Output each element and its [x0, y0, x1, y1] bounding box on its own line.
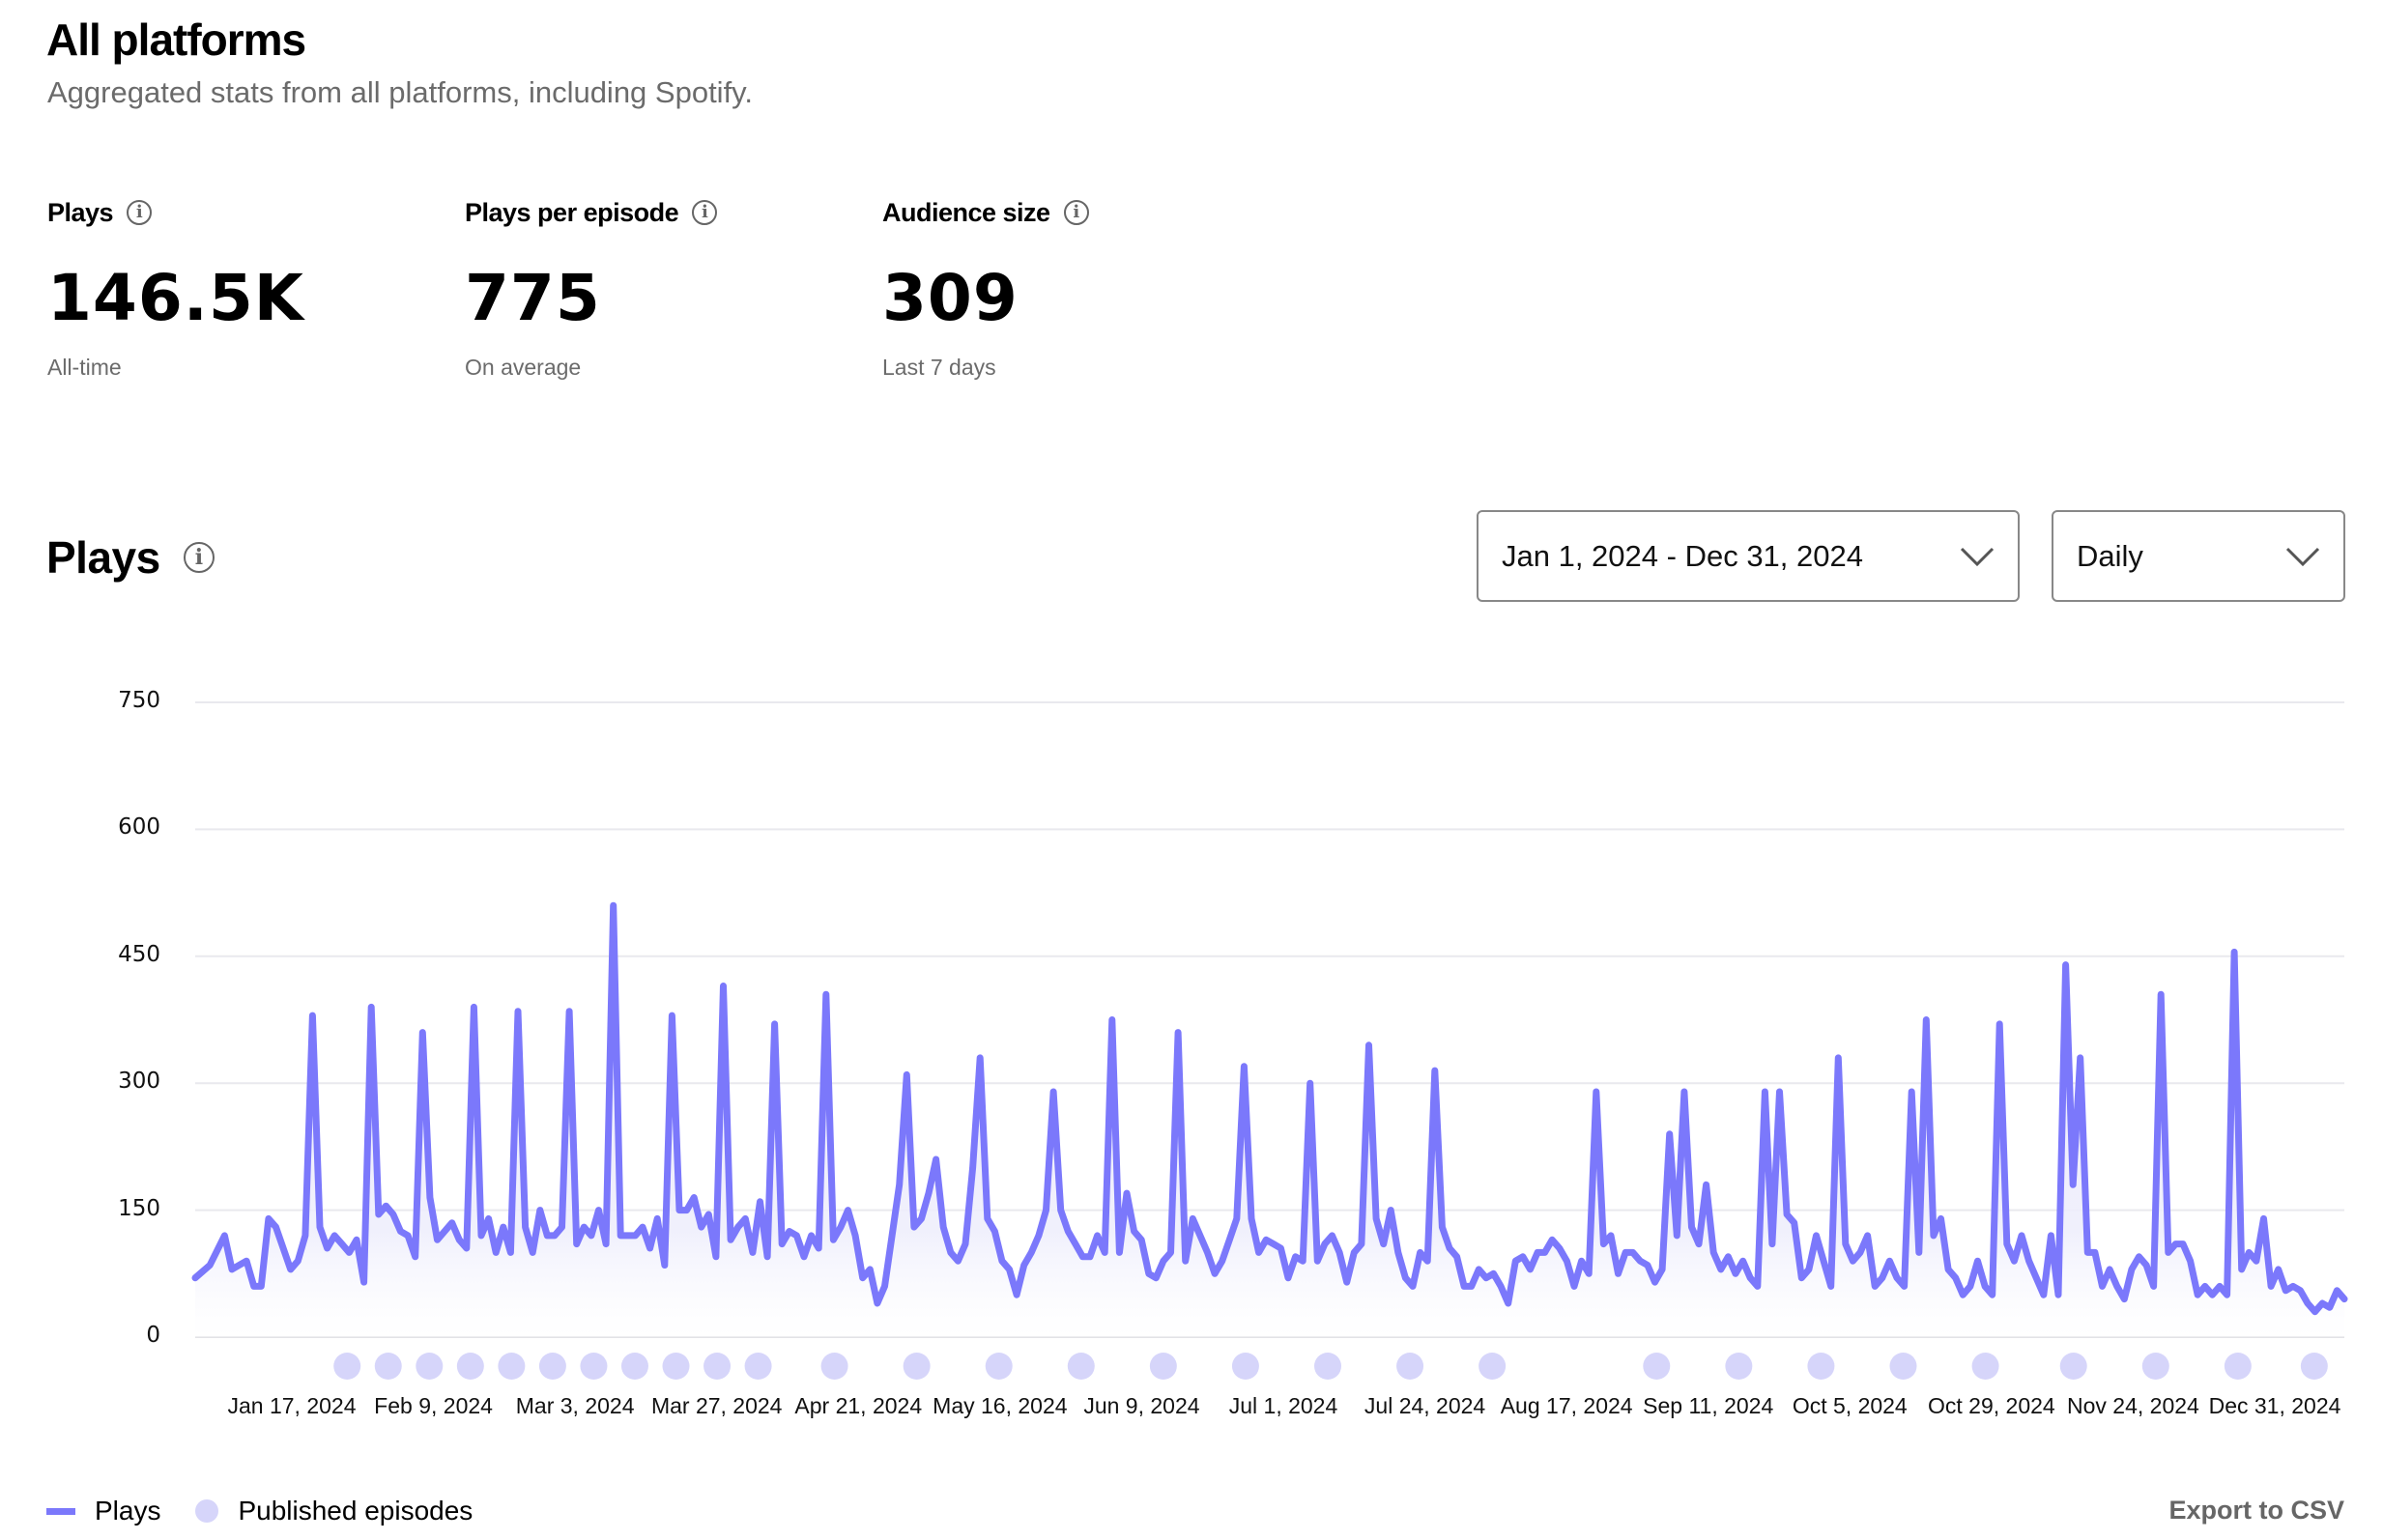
legend-plays-label: Plays: [95, 1496, 161, 1526]
episode-dot[interactable]: [703, 1353, 732, 1380]
legend-episodes-label: Published episodes: [238, 1496, 474, 1526]
episode-dot[interactable]: [498, 1353, 526, 1380]
episode-dot[interactable]: [1231, 1353, 1259, 1380]
x-tick-label: Sep 11, 2024: [1643, 1393, 1774, 1418]
episode-dot[interactable]: [744, 1353, 772, 1380]
y-tick-label: 150: [118, 1195, 160, 1221]
x-tick-label: Jan 17, 2024: [227, 1393, 357, 1418]
episode-dot[interactable]: [1479, 1353, 1507, 1380]
episode-dot[interactable]: [2141, 1353, 2169, 1380]
episode-dot[interactable]: [580, 1353, 608, 1380]
export-csv-link[interactable]: Export to CSV: [2168, 1496, 2344, 1526]
episode-dot[interactable]: [1971, 1353, 1999, 1380]
x-tick-label: Jul 24, 2024: [1364, 1393, 1486, 1418]
episode-dot[interactable]: [820, 1353, 848, 1380]
episode-dot[interactable]: [1314, 1353, 1341, 1380]
x-tick-label: Feb 9, 2024: [374, 1393, 493, 1418]
x-tick-label: Aug 17, 2024: [1500, 1393, 1633, 1418]
episode-dot[interactable]: [1149, 1353, 1177, 1380]
episode-dot[interactable]: [2224, 1353, 2252, 1380]
y-tick-label: 750: [118, 688, 160, 713]
legend-episode-swatch: [195, 1499, 219, 1523]
x-tick-label: Dec 31, 2024: [2208, 1393, 2341, 1418]
x-tick-label: May 16, 2024: [933, 1393, 1068, 1418]
episode-dot[interactable]: [456, 1353, 484, 1380]
x-tick-label: Jun 9, 2024: [1083, 1393, 1200, 1418]
episode-dot[interactable]: [1725, 1353, 1753, 1380]
episode-dot[interactable]: [903, 1353, 931, 1380]
episode-dot[interactable]: [374, 1353, 402, 1380]
x-tick-label: Jul 1, 2024: [1228, 1393, 1338, 1418]
plays-chart: [191, 701, 2348, 1380]
episode-dot[interactable]: [2300, 1353, 2328, 1380]
episode-dot[interactable]: [333, 1353, 361, 1380]
legend-plays-swatch: [46, 1507, 75, 1515]
episode-dot[interactable]: [620, 1353, 648, 1380]
episode-dot[interactable]: [538, 1353, 566, 1380]
episode-dot[interactable]: [416, 1353, 444, 1380]
episode-dot[interactable]: [1396, 1353, 1424, 1380]
x-tick-label: Oct 29, 2024: [1927, 1393, 2055, 1418]
episode-dot[interactable]: [985, 1353, 1013, 1380]
y-tick-label: 0: [146, 1323, 160, 1348]
x-tick-label: Nov 24, 2024: [2067, 1393, 2199, 1418]
episode-dot[interactable]: [1643, 1353, 1671, 1380]
y-tick-label: 450: [118, 941, 160, 967]
episode-dot[interactable]: [1889, 1353, 1917, 1380]
x-tick-label: Oct 5, 2024: [1792, 1393, 1908, 1418]
y-tick-label: 300: [118, 1069, 160, 1095]
y-tick-label: 600: [118, 814, 160, 841]
episode-dot[interactable]: [662, 1353, 690, 1380]
chart-legend: Plays Published episodes: [46, 1496, 473, 1526]
episode-dot[interactable]: [1067, 1353, 1095, 1380]
x-tick-label: Apr 21, 2024: [794, 1393, 923, 1418]
episode-dot[interactable]: [1807, 1353, 1835, 1380]
episode-dot[interactable]: [2059, 1353, 2087, 1380]
x-tick-label: Mar 27, 2024: [650, 1393, 783, 1418]
x-tick-label: Mar 3, 2024: [515, 1393, 635, 1418]
